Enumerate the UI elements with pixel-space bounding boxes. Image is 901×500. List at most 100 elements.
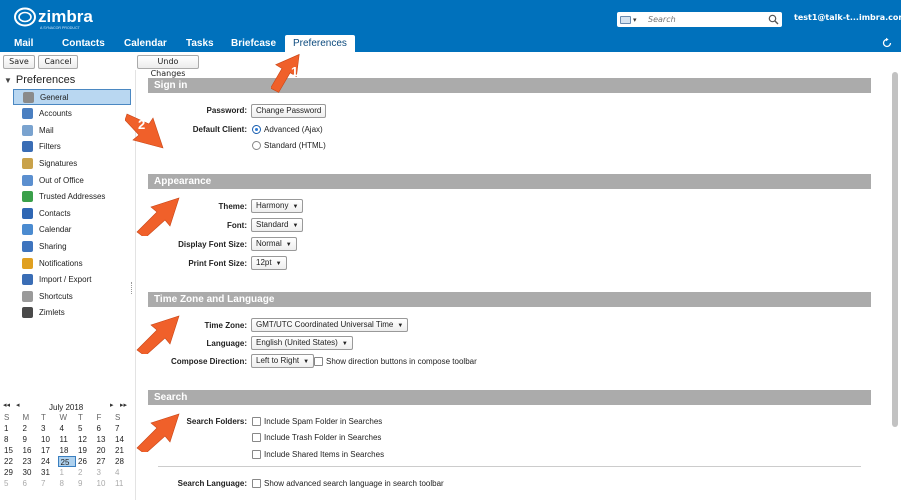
calendar-day[interactable]: 9 xyxy=(21,434,40,445)
sidebar-item-accounts[interactable]: Accounts xyxy=(13,106,131,122)
calendar-day[interactable]: 27 xyxy=(95,456,114,467)
calendar-day[interactable]: 29 xyxy=(2,467,21,478)
calendar-day[interactable]: 4 xyxy=(113,467,132,478)
calendar-day[interactable]: 19 xyxy=(76,445,95,456)
calendar-day[interactable]: 31 xyxy=(39,467,58,478)
collapse-icon[interactable]: ▼ xyxy=(4,76,12,85)
change-password-button[interactable]: Change Password xyxy=(251,104,327,118)
calendar-day[interactable]: 12 xyxy=(76,434,95,445)
calendar-day[interactable]: 24 xyxy=(39,456,58,467)
calendar-day[interactable]: 11 xyxy=(113,478,132,489)
calendar-day[interactable]: 7 xyxy=(113,423,132,434)
sidebar-item-general[interactable]: General xyxy=(13,89,131,105)
radio-selected-icon[interactable] xyxy=(252,125,261,134)
sidebar-item-signatures[interactable]: Signatures xyxy=(13,155,131,171)
include-trash-checkbox[interactable]: Include Trash Folder in Searches xyxy=(252,433,381,442)
sidebar-item-zimlets[interactable]: Zimlets xyxy=(13,305,131,321)
calendar-day[interactable]: 5 xyxy=(76,423,95,434)
calendar-day[interactable]: 10 xyxy=(95,478,114,489)
checkbox-icon[interactable] xyxy=(252,479,261,488)
refresh-icon[interactable] xyxy=(881,37,893,49)
tab-contacts[interactable]: Contacts xyxy=(62,35,105,52)
search-input[interactable] xyxy=(648,12,763,27)
calendar-day[interactable]: 17 xyxy=(39,445,58,456)
calendar-day[interactable]: 28 xyxy=(113,456,132,467)
content-scrollbar[interactable] xyxy=(892,72,898,427)
user-menu[interactable]: test1@talk-t...imbra.com ▾ xyxy=(794,13,901,22)
sidebar-item-sharing[interactable]: Sharing xyxy=(13,238,131,254)
calendar-month-title[interactable]: July 2018 xyxy=(49,403,83,412)
calendar-day[interactable]: 8 xyxy=(58,478,77,489)
prev-year-button[interactable]: ◂◂ xyxy=(3,401,10,409)
calendar-day[interactable]: 9 xyxy=(76,478,95,489)
sidebar-item-contacts[interactable]: Contacts xyxy=(13,205,131,221)
calendar-day[interactable]: 7 xyxy=(39,478,58,489)
sidebar-item-notifications[interactable]: Notifications xyxy=(13,255,131,271)
show-direction-buttons-checkbox[interactable]: Show direction buttons in compose toolba… xyxy=(314,357,477,366)
theme-select[interactable]: Harmony ▼ xyxy=(251,199,304,213)
tree-header[interactable]: ▼ Preferences xyxy=(4,74,75,86)
next-month-button[interactable]: ▸ xyxy=(110,401,114,409)
tab-preferences[interactable]: Preferences xyxy=(285,35,355,52)
calendar-day[interactable]: 3 xyxy=(95,467,114,478)
font-select[interactable]: Standard ▼ xyxy=(251,218,304,232)
calendar-day[interactable]: 8 xyxy=(2,434,21,445)
sidebar-item-out-of-office[interactable]: Out of Office xyxy=(13,172,131,188)
calendar-day[interactable]: 6 xyxy=(21,478,40,489)
include-spam-checkbox[interactable]: Include Spam Folder in Searches xyxy=(252,417,382,426)
print-font-size-select[interactable]: 12pt ▼ xyxy=(251,256,287,270)
tab-briefcase[interactable]: Briefcase xyxy=(231,35,276,52)
calendar-day[interactable]: 6 xyxy=(95,423,114,434)
checkbox-icon[interactable] xyxy=(252,417,261,426)
checkbox-icon[interactable] xyxy=(314,357,323,366)
tab-calendar[interactable]: Calendar xyxy=(124,35,167,52)
calendar-day[interactable]: 25 xyxy=(57,456,76,467)
radio-icon[interactable] xyxy=(252,141,261,150)
sidebar-item-mail[interactable]: Mail xyxy=(13,122,131,138)
advanced-search-language-checkbox[interactable]: Show advanced search language in search … xyxy=(252,479,444,488)
checkbox-icon[interactable] xyxy=(252,433,261,442)
calendar-day[interactable]: 11 xyxy=(58,434,77,445)
calendar-day[interactable]: 16 xyxy=(21,445,40,456)
sidebar-item-shortcuts[interactable]: Shortcuts xyxy=(13,288,131,304)
sidebar-item-import-export[interactable]: Import / Export xyxy=(13,272,131,288)
calendar-day[interactable]: 30 xyxy=(21,467,40,478)
tab-mail[interactable]: Mail xyxy=(14,35,33,52)
calendar-day[interactable]: 18 xyxy=(58,445,77,456)
checkbox-icon[interactable] xyxy=(252,450,261,459)
search-icon[interactable] xyxy=(768,14,779,25)
calendar-day[interactable]: 5 xyxy=(2,478,21,489)
calendar-day[interactable]: 21 xyxy=(113,445,132,456)
zimbra-logo[interactable]: zimbra A SYNACOR PRODUCT xyxy=(14,5,106,31)
calendar-day[interactable]: 1 xyxy=(2,423,21,434)
panel-resize-handle[interactable] xyxy=(131,282,133,294)
sidebar-item-filters[interactable]: Filters xyxy=(13,139,131,155)
calendar-day[interactable]: 2 xyxy=(76,467,95,478)
calendar-day[interactable]: 22 xyxy=(2,456,21,467)
search-type-dropdown[interactable]: ▾ xyxy=(620,14,646,25)
calendar-day[interactable]: 2 xyxy=(21,423,40,434)
calendar-day[interactable]: 4 xyxy=(58,423,77,434)
client-standard-radio[interactable]: Standard (HTML) xyxy=(252,141,326,150)
search-box[interactable]: ▾ xyxy=(617,12,782,27)
sidebar-item-trusted-addresses[interactable]: Trusted Addresses xyxy=(13,189,131,205)
undo-changes-button[interactable]: Undo Changes xyxy=(137,55,199,78)
calendar-day[interactable]: 1 xyxy=(58,467,77,478)
calendar-day[interactable]: 3 xyxy=(39,423,58,434)
tab-tasks[interactable]: Tasks xyxy=(186,35,214,52)
calendar-day[interactable]: 26 xyxy=(76,456,95,467)
calendar-day[interactable]: 14 xyxy=(113,434,132,445)
include-shared-checkbox[interactable]: Include Shared Items in Searches xyxy=(252,450,384,459)
language-select[interactable]: English (United States) ▼ xyxy=(251,336,353,350)
compose-direction-select[interactable]: Left to Right ▼ xyxy=(251,354,315,368)
calendar-day[interactable]: 10 xyxy=(39,434,58,445)
calendar-day[interactable]: 20 xyxy=(95,445,114,456)
cancel-button[interactable]: Cancel xyxy=(38,55,78,69)
client-advanced-radio[interactable]: Advanced (Ajax) xyxy=(252,125,323,134)
time-zone-select[interactable]: GMT/UTC Coordinated Universal Time ▼ xyxy=(251,318,409,332)
save-button[interactable]: Save xyxy=(3,55,35,69)
calendar-day[interactable]: 23 xyxy=(21,456,40,467)
sidebar-item-calendar[interactable]: Calendar xyxy=(13,222,131,238)
calendar-day[interactable]: 15 xyxy=(2,445,21,456)
calendar-day[interactable]: 13 xyxy=(95,434,114,445)
